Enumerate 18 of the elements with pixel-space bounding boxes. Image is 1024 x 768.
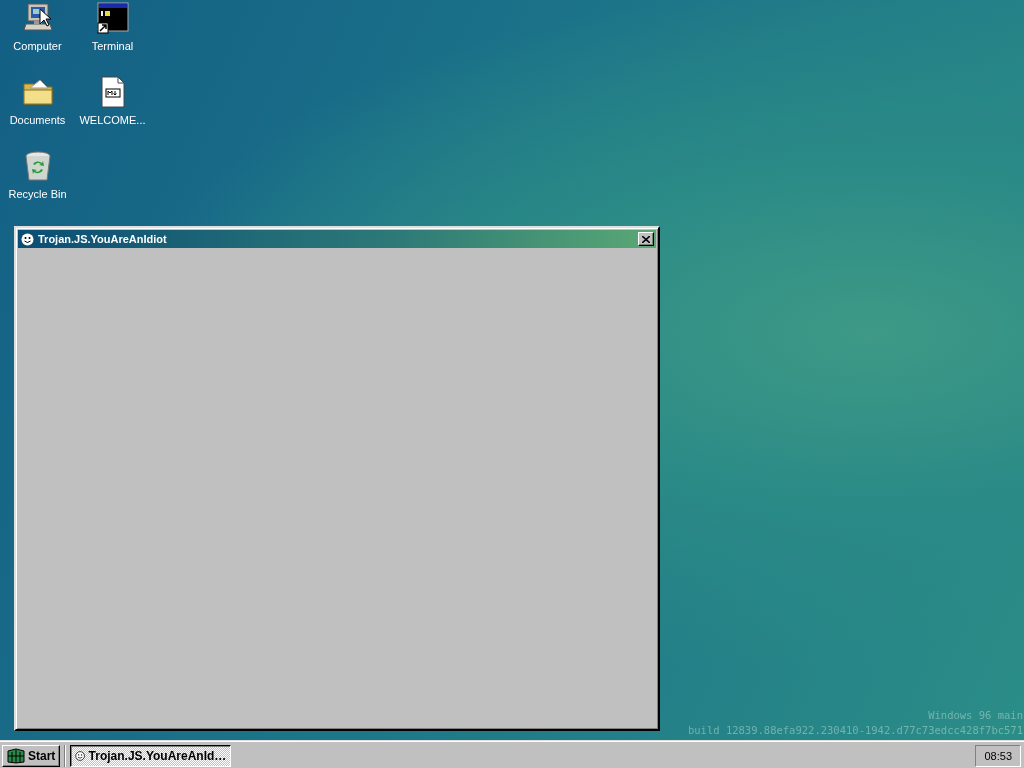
smiley-icon <box>75 748 86 763</box>
icon-label[interactable]: Documents <box>9 114 66 127</box>
clock: 08:53 <box>975 744 1021 767</box>
icon-label[interactable]: Computer <box>13 40 62 53</box>
version-text: Windows 96 main <box>927 708 1023 723</box>
smiley-icon <box>21 232 34 246</box>
mouse-cursor-icon <box>39 8 51 27</box>
icon-label[interactable]: WELCOME... <box>79 114 146 127</box>
taskbar-button[interactable]: Trojan.JS.YouAreAnId… <box>70 744 232 767</box>
version-text: build 12839.88efa922.230410-1942.d77c73edcc428f7bc571 <box>687 723 1023 738</box>
close-button[interactable] <box>638 232 654 246</box>
icon-label[interactable]: Terminal <box>91 40 134 53</box>
window-title: Trojan.JS.YouAreAnIdiot <box>38 233 168 245</box>
terminal-icon <box>96 2 129 34</box>
windows-logo-icon <box>7 747 25 764</box>
start-button[interactable]: Start <box>2 744 61 767</box>
icon-label[interactable]: Recycle Bin <box>8 188 67 201</box>
close-icon <box>642 235 650 243</box>
